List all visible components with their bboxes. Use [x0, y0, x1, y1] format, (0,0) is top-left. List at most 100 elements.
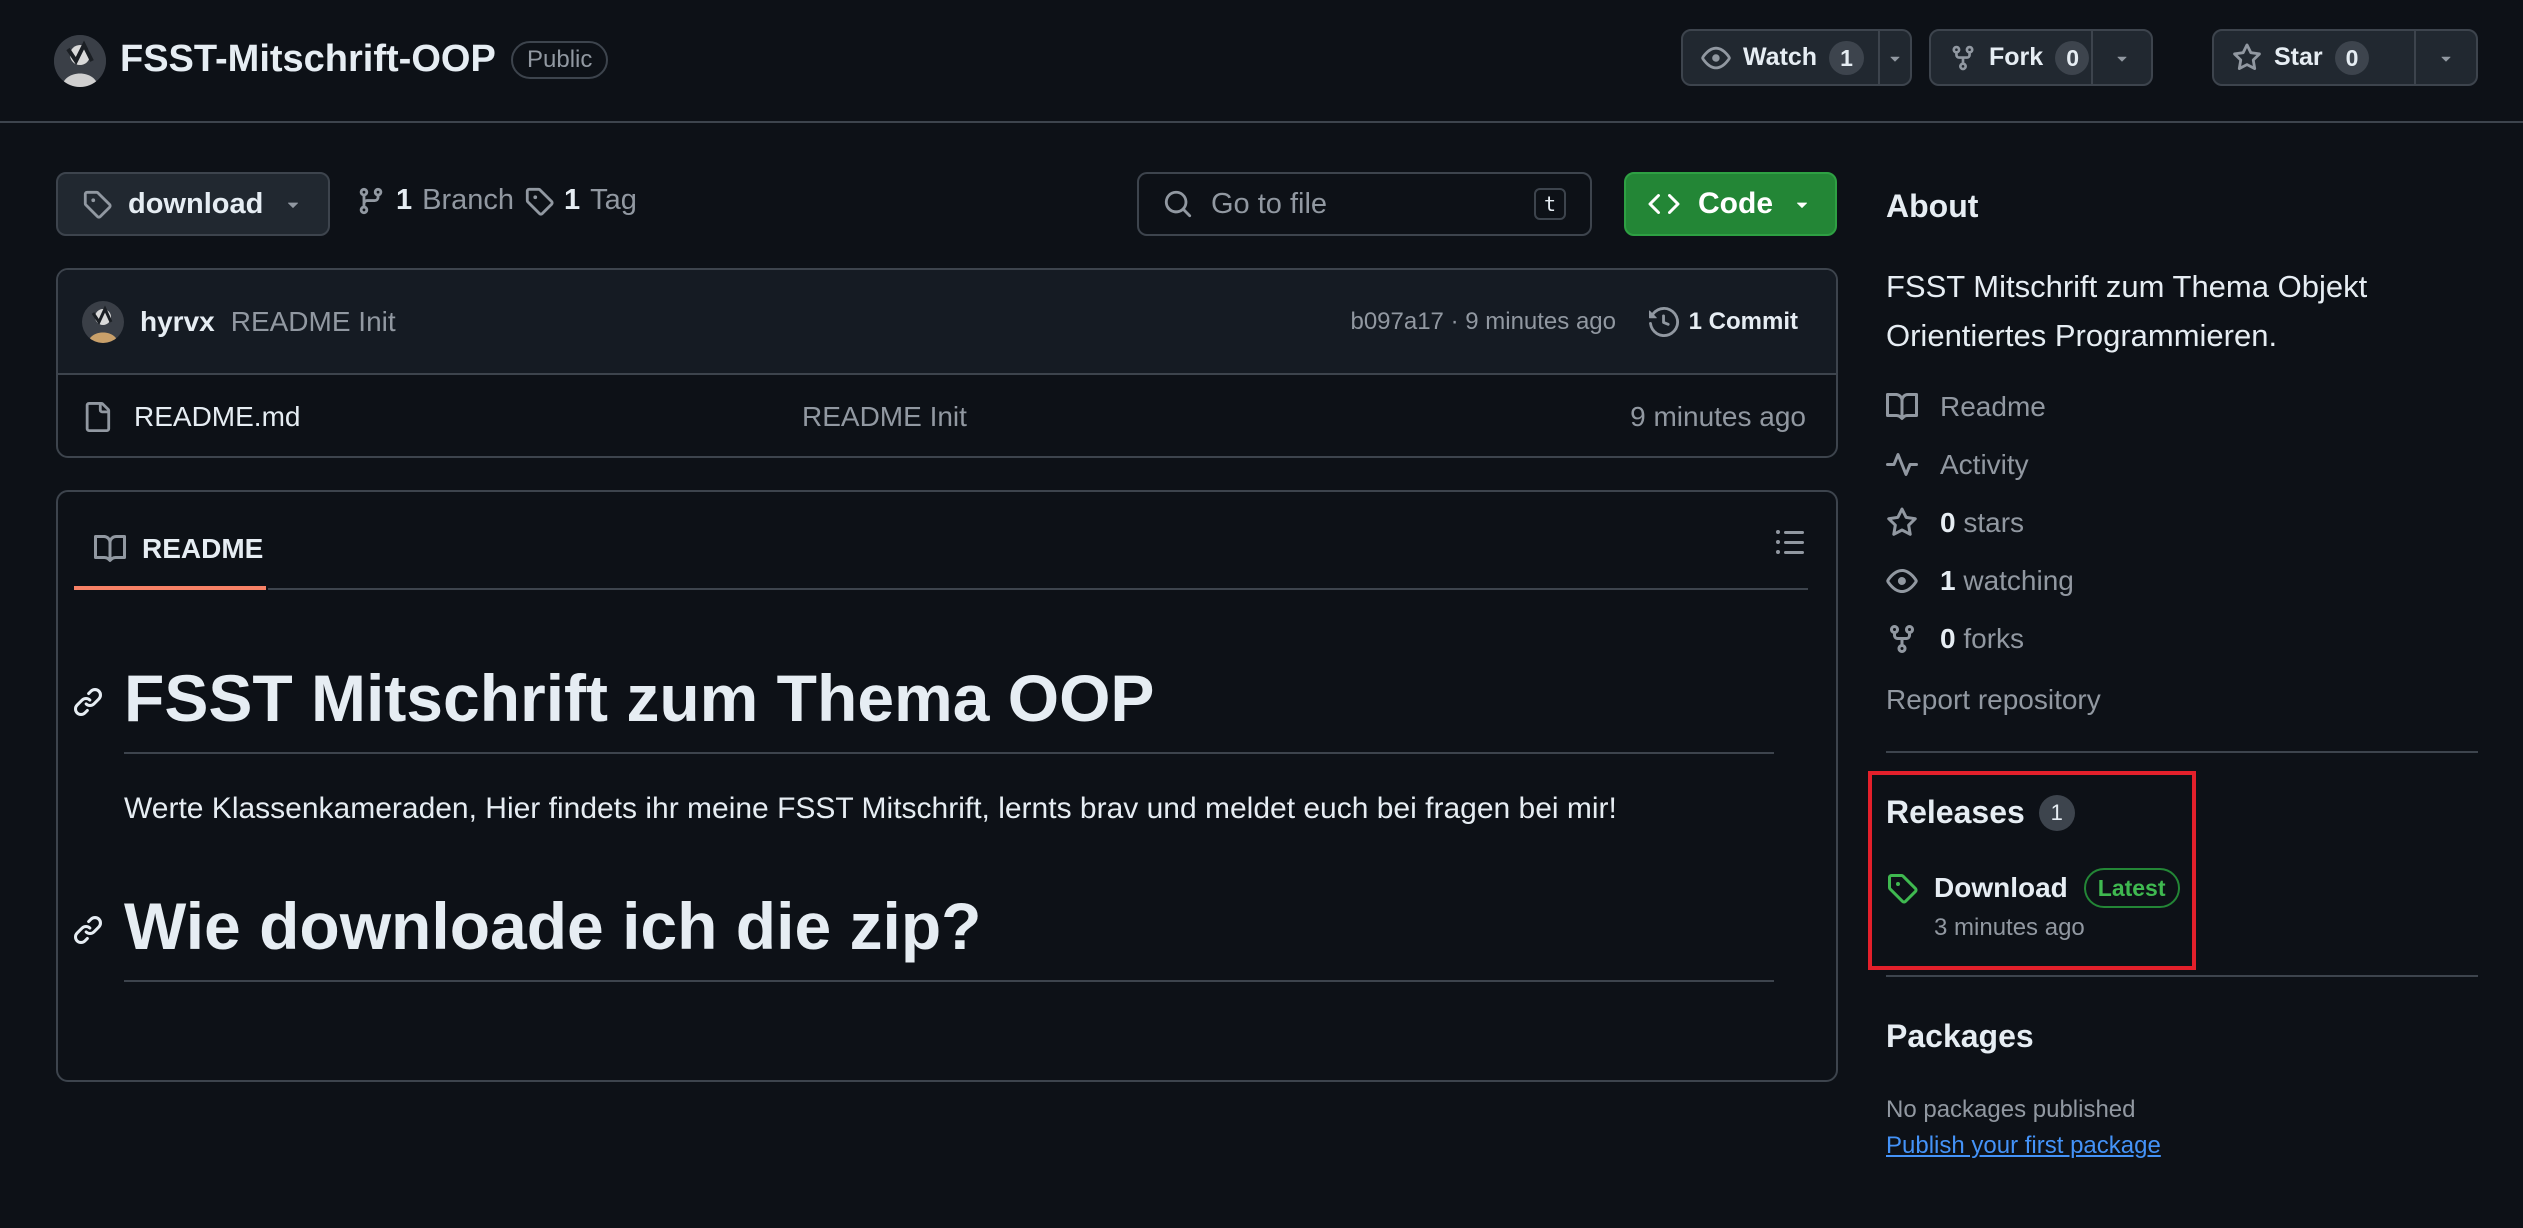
sidebar-item-activity[interactable]: Activity — [1886, 449, 2029, 481]
branches-link[interactable]: 1 Branch — [356, 184, 514, 217]
commit-count: 1 Commit — [1688, 307, 1798, 335]
latest-badge: Latest — [2083, 868, 2180, 908]
commit-author-avatar[interactable] — [82, 300, 124, 343]
go-to-file-input[interactable]: Go to file t — [1137, 172, 1592, 236]
caret-down-icon — [2436, 48, 2456, 68]
tab-readme[interactable]: README — [74, 512, 266, 590]
star-label: Star — [2274, 43, 2323, 71]
stars-count: 0 — [1940, 507, 1956, 538]
list-icon — [1774, 526, 1806, 558]
star-dropdown-button[interactable] — [2414, 31, 2476, 84]
branch-count: 1 — [396, 184, 413, 216]
eye-icon — [1886, 565, 1918, 597]
caret-down-icon — [2112, 48, 2132, 68]
book-icon — [94, 533, 126, 565]
tag-count: 1 — [564, 184, 581, 216]
star-button[interactable]: Star 0 — [2214, 31, 2414, 84]
file-commit-time: 9 minutes ago — [1630, 400, 1806, 432]
repo-header: FSST-Mitschrift-OOP Public Watch 1 Fork … — [0, 0, 2523, 123]
link-icon[interactable] — [72, 914, 104, 946]
readme-heading-1: FSST Mitschrift zum Thema OOP — [73, 660, 1774, 754]
tabs-divider — [268, 588, 1808, 590]
table-of-contents-button[interactable] — [1774, 526, 1806, 558]
sidebar-item-label: Activity — [1940, 449, 2029, 480]
sidebar-item-label: stars — [1963, 507, 2025, 538]
watch-button[interactable]: Watch 1 — [1683, 31, 1878, 84]
watch-dropdown-button[interactable] — [1877, 31, 1910, 84]
publish-package-link[interactable]: Publish your first package — [1886, 1132, 2161, 1160]
book-icon — [1886, 391, 1918, 423]
file-commit-message[interactable]: README Init — [802, 401, 967, 433]
tag-icon — [524, 186, 554, 216]
sidebar-divider — [1886, 975, 2478, 977]
release-item[interactable]: Download Latest — [1886, 868, 2180, 908]
commits-link[interactable]: 1 Commit — [1648, 306, 1798, 337]
branch-icon — [356, 186, 386, 216]
release-name[interactable]: Download — [1934, 872, 2068, 904]
sidebar-item-label: watching — [1963, 565, 2074, 596]
star-count: 0 — [2334, 40, 2370, 75]
readme-panel: README FSST Mitschrift zum Thema OOP Wer… — [56, 490, 1838, 1082]
eye-icon — [1701, 43, 1731, 73]
releases-heading[interactable]: Releases 1 — [1886, 794, 2075, 831]
repo-name[interactable]: FSST-Mitschrift-OOP — [120, 38, 496, 81]
report-repository-link[interactable]: Report repository — [1886, 684, 2101, 716]
fork-button-group: Fork 0 — [1929, 29, 2153, 86]
file-name-link[interactable]: README.md — [134, 401, 300, 433]
watching-count: 1 — [1940, 565, 1956, 596]
sidebar-item-label: Readme — [1940, 391, 2046, 422]
readme-tabs: README — [58, 492, 1836, 590]
tag-icon — [1886, 872, 1918, 904]
watch-label: Watch — [1743, 43, 1818, 71]
releases-count: 1 — [2038, 794, 2075, 831]
file-icon — [82, 401, 112, 432]
commit-author[interactable]: hyrvx — [140, 306, 215, 338]
file-row: README.md README Init 9 minutes ago — [58, 375, 1836, 456]
readme-heading-2: Wie downloade ich die zip? — [73, 888, 1774, 982]
no-packages-text: No packages published — [1886, 1096, 2136, 1123]
star-button-group: Star 0 — [2212, 29, 2478, 86]
sidebar-item-forks[interactable]: 0 forks — [1886, 623, 2024, 655]
about-title: About — [1886, 188, 1979, 224]
sidebar-item-watching[interactable]: 1 watching — [1886, 565, 2074, 597]
branch-label: Branch — [422, 184, 515, 216]
readme-paragraph: Werte Klassenkameraden, Hier findets ihr… — [124, 792, 1617, 825]
tab-readme-label: README — [142, 533, 264, 564]
fork-count: 0 — [2055, 40, 2090, 75]
fork-dropdown-button[interactable] — [2091, 31, 2151, 84]
tag-label: Tag — [590, 184, 637, 216]
code-button[interactable]: Code — [1624, 172, 1837, 236]
fork-button[interactable]: Fork 0 — [1931, 31, 2091, 84]
sidebar-item-readme[interactable]: Readme — [1886, 391, 2046, 423]
sidebar-divider — [1886, 751, 2478, 753]
fork-label: Fork — [1989, 43, 2044, 71]
star-icon — [2232, 42, 2262, 73]
packages-heading[interactable]: Packages — [1886, 1018, 2034, 1055]
heading-2-text: Wie downloade ich die zip? — [124, 889, 982, 963]
sidebar-item-stars[interactable]: 0 stars — [1886, 507, 2024, 539]
link-icon[interactable] — [72, 686, 104, 718]
visibility-badge: Public — [511, 41, 609, 79]
fork-icon — [1949, 44, 1977, 72]
caret-down-icon — [1791, 193, 1813, 215]
watch-button-group: Watch 1 — [1681, 29, 1912, 86]
owner-avatar[interactable] — [54, 35, 106, 87]
heading-1-text: FSST Mitschrift zum Thema OOP — [124, 661, 1155, 735]
pulse-icon — [1886, 449, 1918, 481]
go-to-file-placeholder: Go to file — [1211, 187, 1328, 220]
caret-down-icon — [1885, 48, 1905, 68]
file-browser: hyrvx README Init b097a17 · 9 minutes ag… — [56, 268, 1838, 458]
branch-selector[interactable]: download — [56, 172, 330, 236]
branch-name: download — [128, 187, 264, 220]
keyboard-shortcut: t — [1533, 188, 1566, 220]
caret-down-icon — [282, 193, 304, 215]
watch-count: 1 — [1829, 40, 1864, 75]
releases-title: Releases — [1886, 794, 2025, 830]
code-icon — [1648, 188, 1680, 220]
tags-link[interactable]: 1 Tag — [524, 184, 637, 217]
commit-hash-time[interactable]: b097a17 · 9 minutes ago — [1350, 308, 1616, 336]
about-description: FSST Mitschrift zum Thema Objekt Orienti… — [1886, 269, 2368, 353]
commit-message[interactable]: README Init — [231, 306, 396, 338]
star-icon — [1886, 507, 1918, 539]
code-label: Code — [1698, 187, 1773, 220]
